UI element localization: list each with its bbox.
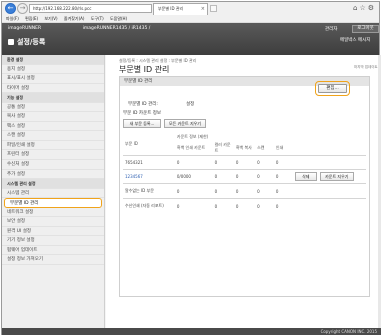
- sidebar-item[interactable]: 공통 설정: [2, 103, 104, 113]
- sidebar-group-header: 환경 설정: [2, 55, 104, 65]
- register-dept-button[interactable]: 새 부문 등록...: [123, 119, 161, 128]
- count-cell: 0: [257, 160, 260, 165]
- count-cell: 0: [275, 160, 279, 165]
- close-tab-icon[interactable]: ×: [201, 4, 205, 14]
- table-row: 알수없는 ID 부문 0 0 0 0 0: [123, 183, 366, 199]
- edit-button[interactable]: 편집...: [318, 84, 347, 93]
- count-cell: 0: [275, 174, 279, 179]
- sidebar-item[interactable]: 스캔 설정: [2, 131, 104, 141]
- count-cell: 0: [235, 174, 239, 179]
- dept-id-cell: 7654321: [125, 160, 143, 165]
- col-header: 흑백 복사: [235, 145, 252, 150]
- sidebar-item[interactable]: 보안 설정: [2, 217, 104, 227]
- table-row: 7654321 0 0 0 0 0: [123, 155, 366, 170]
- sidebar-item[interactable]: 복사 설정: [2, 112, 104, 122]
- mailbox-link[interactable]: 메일박스 메시지: [340, 37, 370, 43]
- main-content: 설정/등록 : 시스템 관리 설정 : 부문별 ID 관리 부문별 ID 관리 …: [106, 55, 381, 328]
- menu-item-edit[interactable]: 편집(E): [25, 16, 38, 21]
- count-cell: 0: [176, 203, 180, 209]
- col-header: 인쇄: [275, 145, 284, 150]
- sidebar-item[interactable]: 수신처 설정: [2, 160, 104, 170]
- favorites-icon[interactable]: ☆: [359, 4, 367, 12]
- menu-item-help[interactable]: 도움말(H): [110, 16, 127, 21]
- col-header: 컬러 카운트: [214, 142, 231, 153]
- count-cell: 0: [176, 160, 180, 165]
- count-cell: 0: [214, 174, 218, 179]
- edit-highlight: 편집...: [315, 81, 350, 96]
- sidebar-item[interactable]: 파일/인쇄 설정: [2, 141, 104, 151]
- dept-id-mgmt-row: 부문별 ID 관리: 설정: [128, 101, 194, 107]
- browser-window: ← → http://192.168.222.80/rls.pcc 부문별 ID…: [1, 1, 381, 335]
- settings-home-icon: [8, 39, 14, 45]
- count-cell: 0: [257, 174, 260, 179]
- menu-item-tools[interactable]: 도구(T): [91, 16, 104, 21]
- count-cell: 0: [235, 203, 239, 209]
- clear-count-button[interactable]: 카운트 지우기: [319, 172, 354, 181]
- sidebar-item[interactable]: 원격 UI 설정: [2, 227, 104, 237]
- user-role: 관리자: [325, 27, 338, 32]
- list-title: 부문 ID 카운트 정보: [123, 111, 162, 116]
- forward-icon[interactable]: →: [17, 3, 28, 14]
- count-cell: 0: [257, 188, 260, 194]
- clear-all-counts-button[interactable]: 모든 카운트 지우기: [164, 119, 206, 128]
- sidebar-item[interactable]: 기기 정보 설정: [2, 236, 104, 246]
- address-bar[interactable]: http://192.168.222.80/rls.pcc: [29, 4, 152, 13]
- dept-id-link[interactable]: 1234567: [125, 174, 143, 179]
- menu-item-file[interactable]: 파일(F): [6, 16, 19, 21]
- dept-id-table: 부문 ID 카운트 정보 (제한) 흑백 인쇄 카운트 컬러 카운트 흑백 복사…: [123, 133, 366, 213]
- sidebar-item[interactable]: 펌웨어 업데이트: [2, 246, 104, 256]
- logout-button[interactable]: 로그아웃: [352, 25, 379, 33]
- sidebar-item[interactable]: 용지 설정: [2, 65, 104, 75]
- delete-button[interactable]: 삭제: [294, 172, 317, 181]
- dept-id-mgmt-label: 부문별 ID 관리:: [128, 102, 158, 107]
- count-cell: 0: [214, 188, 218, 194]
- col-header: 흑백 인쇄 카운트: [176, 145, 206, 150]
- last-updated: 마지막 업데이트: [354, 65, 378, 69]
- count-cell: 0: [235, 160, 239, 165]
- page-title: 부문별 ID 관리: [119, 65, 170, 74]
- sidebar-item[interactable]: 타이머 설정: [2, 84, 104, 94]
- sidebar-item[interactable]: 시스템 관리: [2, 189, 104, 199]
- device-model: imageRUNNER imageRUNNER1435 / iR1435 /: [8, 26, 151, 31]
- count-cell: 0: [235, 188, 239, 194]
- tab-title: 부문별 ID 관리: [158, 6, 184, 11]
- browser-tab[interactable]: 부문별 ID 관리 ×: [153, 3, 208, 15]
- sidebar-item[interactable]: 부문별 ID 관리: [4, 198, 102, 208]
- count-cell: 0: [176, 188, 180, 194]
- sidebar-group-header: 시스템 관리 설정: [2, 179, 104, 189]
- sidebar-group-header: 기능 설정: [2, 93, 104, 103]
- sidebar-item[interactable]: 설정 정보 가져오기: [2, 255, 104, 266]
- count-cell: 0/0000: [176, 174, 191, 179]
- sidebar-item[interactable]: 프린터 설정: [2, 150, 104, 161]
- col-header: 스캔: [257, 145, 265, 150]
- sidebar: 환경 설정 용지 설정 표시/표시 설정 타이머 설정 기능 설정 공통 설정 복사 설정 팩…: [2, 55, 105, 328]
- sidebar-item[interactable]: 네트워크 설정: [2, 208, 104, 218]
- dept-id-cell: 알수없는 ID 부문: [125, 188, 154, 193]
- table-row: 1234567 0/0000 0 0 0 0 삭제 카운트 지우기: [123, 169, 366, 184]
- app-header: imageRUNNER imageRUNNER1435 / iR1435 / 설…: [2, 23, 379, 55]
- browser-toolbar: ← → http://192.168.222.80/rls.pcc 부문별 ID…: [2, 2, 379, 15]
- dept-id-mgmt-value: 설정: [186, 102, 195, 107]
- sidebar-item[interactable]: 팩스 설정: [2, 122, 104, 132]
- count-cell: 0: [214, 160, 218, 165]
- table-row: 수신인쇄 (자동 리포트) 0 0 0 0 0: [123, 198, 366, 214]
- sidebar-item[interactable]: 추가 설정: [2, 170, 104, 180]
- back-icon[interactable]: ←: [5, 3, 16, 14]
- copyright: Copyright CANON INC. 2015: [2, 328, 381, 335]
- sidebar-item[interactable]: 표시/표시 설정: [2, 74, 104, 84]
- count-cell: 0: [214, 203, 218, 209]
- menu-item-favorites[interactable]: 즐겨찾기(A): [64, 16, 85, 21]
- count-cell: 0: [275, 188, 279, 194]
- menu-item-view[interactable]: 보기(V): [44, 16, 57, 21]
- col-header-group: 카운트 정보 (제한): [176, 134, 209, 139]
- app-title[interactable]: 설정/등록: [8, 37, 45, 47]
- gear-icon[interactable]: ⚙: [368, 4, 376, 12]
- new-tab-button[interactable]: [210, 5, 217, 12]
- col-header-id: 부문 ID: [125, 141, 138, 146]
- count-cell: 0: [275, 203, 279, 209]
- count-cell: 0: [257, 203, 260, 209]
- menu-bar: 파일(F) 편집(E) 보기(V) 즐겨찾기(A) 도구(T) 도움말(H): [2, 15, 379, 23]
- dept-id-cell: 수신인쇄 (자동 리포트): [125, 203, 164, 208]
